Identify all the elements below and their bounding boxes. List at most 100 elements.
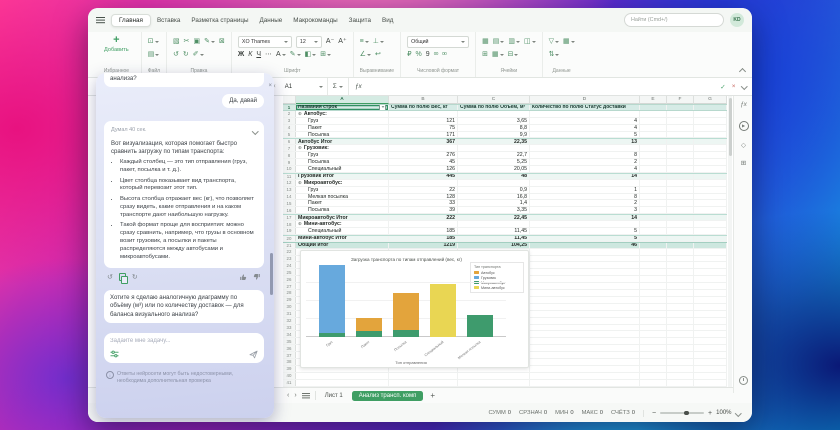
underline-icon[interactable]: Ч: [256, 51, 261, 58]
cell-E1[interactable]: [640, 105, 667, 110]
font-family-select[interactable]: XO Thames: [238, 36, 292, 48]
cell-F34[interactable]: [667, 331, 694, 337]
cell-D13[interactable]: 1: [530, 187, 640, 193]
cell-G10[interactable]: [694, 166, 727, 172]
formula-input[interactable]: [368, 78, 721, 95]
cell-E17[interactable]: [640, 215, 667, 220]
menu-tab-Защита[interactable]: Защита: [344, 14, 376, 26]
cell-F12[interactable]: [667, 180, 694, 186]
cell-G21[interactable]: [694, 243, 727, 248]
row-header-38[interactable]: 38: [283, 359, 296, 365]
cell-A16[interactable]: Посылка: [296, 207, 389, 213]
cell-D28[interactable]: [530, 290, 640, 296]
cell-E33[interactable]: [640, 325, 667, 331]
collapse-ribbon-icon[interactable]: [740, 67, 745, 72]
cell-D3[interactable]: 4: [530, 118, 640, 124]
row-header-41[interactable]: 41: [283, 380, 296, 386]
expand-formula-bar-icon[interactable]: [741, 83, 747, 89]
borders-icon[interactable]: ⊞: [320, 51, 331, 58]
cell-F18[interactable]: [667, 221, 694, 227]
row-header-23[interactable]: 23: [283, 256, 296, 262]
cell-D1[interactable]: Количество по полю Статус доставки: [530, 105, 640, 110]
menu-tab-Вид[interactable]: Вид: [377, 14, 398, 26]
decrease-decimal-icon[interactable]: 00: [442, 52, 446, 57]
column-header-F[interactable]: F: [667, 96, 694, 104]
paste-icon[interactable]: ▧: [173, 38, 180, 45]
cell-G15[interactable]: [694, 200, 727, 206]
cell-E7[interactable]: [640, 145, 667, 151]
cell-E38[interactable]: [640, 359, 667, 365]
cell-F29[interactable]: [667, 297, 694, 303]
cell-G1[interactable]: [694, 105, 727, 110]
cell-A18[interactable]: ⊕Мини-автобус:: [296, 221, 389, 227]
thumbs-down-icon[interactable]: [253, 273, 261, 281]
cell-E15[interactable]: [640, 200, 667, 206]
wrap-text-icon[interactable]: ↩: [375, 51, 381, 58]
expand-group-icon[interactable]: ⊕: [298, 145, 302, 151]
cell-D24[interactable]: [530, 262, 640, 268]
cell-C7[interactable]: [458, 145, 530, 151]
cell-B19[interactable]: 185: [389, 228, 458, 234]
cell-G19[interactable]: [694, 228, 727, 234]
expand-group-icon[interactable]: ⊕: [298, 221, 302, 227]
cell-E39[interactable]: [640, 366, 667, 372]
cell-G36[interactable]: [694, 345, 727, 351]
row-header-34[interactable]: 34: [283, 331, 296, 337]
font-larger-icon[interactable]: А⁺: [338, 38, 346, 45]
row-header-22[interactable]: 22: [283, 249, 296, 255]
cell-D5[interactable]: 5: [530, 132, 640, 138]
cell-B16[interactable]: 39: [389, 207, 458, 213]
collapse-thinking-icon[interactable]: [252, 128, 258, 134]
chat-input[interactable]: [110, 338, 258, 344]
cell-B40[interactable]: [389, 373, 458, 379]
cell-A3[interactable]: Груз: [296, 118, 389, 124]
redo-icon[interactable]: ↻: [183, 51, 189, 58]
clear-icon[interactable]: ⊠: [219, 38, 225, 45]
cell-size-icon[interactable]: ⊟: [508, 51, 519, 58]
cell-G22[interactable]: [694, 249, 727, 255]
cell-G34[interactable]: [694, 331, 727, 337]
cell-B9[interactable]: 45: [389, 159, 458, 165]
fill-color-icon[interactable]: ◧: [305, 51, 317, 58]
cell-E32[interactable]: [640, 318, 667, 324]
cell-D38[interactable]: [530, 359, 640, 365]
vertical-scrollbar[interactable]: [728, 96, 732, 387]
cell-B41[interactable]: [389, 380, 458, 386]
cell-F21[interactable]: [667, 243, 694, 248]
cell-C19[interactable]: 11,45: [458, 228, 530, 234]
row-header-9[interactable]: 9: [283, 159, 296, 165]
cell-F10[interactable]: [667, 166, 694, 172]
cell-C6[interactable]: 22,35: [458, 139, 530, 144]
zoom-slider[interactable]: [660, 412, 704, 414]
macros-panel-icon[interactable]: ▶: [739, 121, 749, 131]
add-sheet-icon[interactable]: +: [430, 391, 435, 400]
close-assistant-icon[interactable]: ×: [268, 83, 272, 89]
cell-F15[interactable]: [667, 200, 694, 206]
cell-E11[interactable]: [640, 174, 667, 179]
cell-B15[interactable]: 33: [389, 200, 458, 206]
avatar[interactable]: KD: [730, 13, 744, 27]
cell-E28[interactable]: [640, 290, 667, 296]
menu-icon[interactable]: [96, 17, 105, 24]
cell-F14[interactable]: [667, 194, 694, 200]
cell-G24[interactable]: [694, 262, 727, 268]
cell-E14[interactable]: [640, 194, 667, 200]
sheet-tab-active[interactable]: Анализ трансп. комп: [352, 391, 424, 401]
cell-A2[interactable]: ⊕Автобус:: [296, 111, 389, 117]
cancel-entry-icon[interactable]: ×: [732, 83, 736, 90]
cell-E26[interactable]: [640, 276, 667, 282]
cell-F1[interactable]: [667, 105, 694, 110]
percent-format-icon[interactable]: %: [416, 51, 422, 58]
regenerate-icon[interactable]: ↺: [107, 274, 113, 281]
retry-icon[interactable]: ↻: [132, 274, 138, 281]
column-header-C[interactable]: C: [458, 96, 530, 104]
cell-D30[interactable]: [530, 304, 640, 310]
cell-B2[interactable]: [389, 111, 458, 117]
column-header-E[interactable]: E: [640, 96, 667, 104]
row-header-12[interactable]: 12: [283, 180, 296, 186]
cell-G37[interactable]: [694, 352, 727, 358]
sheet-list-icon[interactable]: [302, 393, 310, 399]
assistant-tools-icon[interactable]: [110, 350, 119, 358]
embedded-chart[interactable]: Загрузка транспорта по типам отправлений…: [300, 250, 529, 368]
cell-D16[interactable]: 3: [530, 207, 640, 213]
